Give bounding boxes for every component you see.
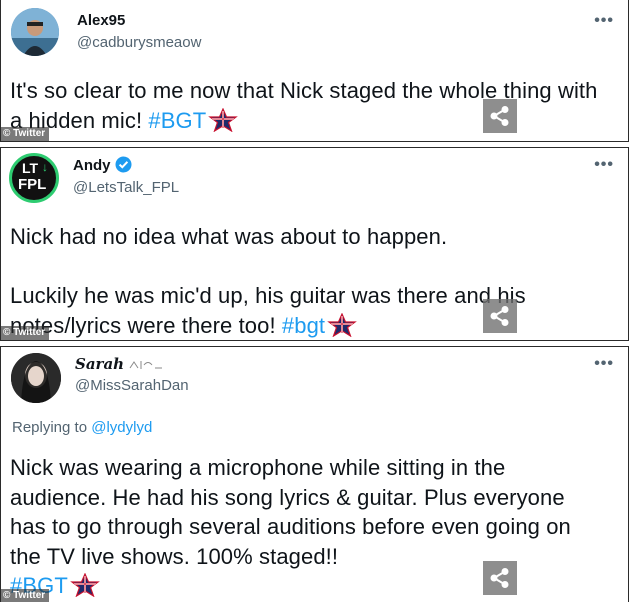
twitter-credit: © Twitter [1,589,50,602]
author-name[interactable]: Andy [73,156,132,174]
twitter-credit: © Twitter [1,127,50,141]
author-handle[interactable]: @cadburysmeaow [77,34,201,51]
decorative-glyphs-icon [129,361,163,369]
tweet-card-sarah: 𝑺𝒂𝒓𝒂𝒉 @MissSarahDan ••• Replying to @lyd… [0,346,629,602]
more-options-icon[interactable]: ••• [594,12,614,30]
avatar-photo [11,353,61,403]
share-button[interactable] [483,99,517,133]
replying-to: Replying to @lydylyd [12,419,153,436]
author-handle[interactable]: @MissSarahDan [75,377,189,394]
avatar[interactable] [11,353,61,403]
author-name[interactable]: Alex95 [77,12,125,29]
tweet-card-alex95: Alex95 @cadburysmeaow ••• It's so clear … [0,0,629,142]
tweet-card-andy: LT FPL ↓ Andy @LetsTalk_FPL ••• Nick had… [0,147,629,341]
avatar-arrow-icon: ↓ [42,160,48,174]
share-button[interactable] [483,299,517,333]
tweet-body: Luckily he was mic'd up, his guitar was … [10,283,526,338]
avatar[interactable]: LT FPL ↓ [9,153,59,203]
union-jack-star-icon [208,107,239,132]
hashtag-link[interactable]: #bgt [282,313,325,338]
avatar-logo-top: LT [22,160,39,176]
more-options-icon[interactable]: ••• [594,355,614,373]
share-icon [490,568,509,588]
union-jack-star-icon [327,312,357,337]
tweet-body: Nick was wearing a microphone while sitt… [10,455,571,569]
share-icon [490,106,509,126]
share-icon [490,306,509,326]
union-jack-star-icon [70,573,100,597]
twitter-credit: © Twitter [1,326,50,340]
reply-mention-link[interactable]: @lydylyd [91,419,152,436]
verified-badge-icon [115,156,131,173]
tweet-text: Luckily he was mic'd up, his guitar was … [10,281,612,340]
tweet-text: It's so clear to me now that Nick staged… [10,76,612,135]
hashtag-link[interactable]: #BGT [148,108,206,133]
avatar[interactable] [11,8,59,56]
more-options-icon[interactable]: ••• [594,156,614,174]
tweet-text-line1: Nick had no idea what was about to happe… [10,224,448,249]
author-name[interactable]: 𝑺𝒂𝒓𝒂𝒉 [75,355,163,373]
share-button[interactable] [483,561,517,595]
avatar-logo-bottom: FPL [18,176,47,193]
author-handle[interactable]: @LetsTalk_FPL [73,179,179,196]
avatar-photo [11,8,59,56]
